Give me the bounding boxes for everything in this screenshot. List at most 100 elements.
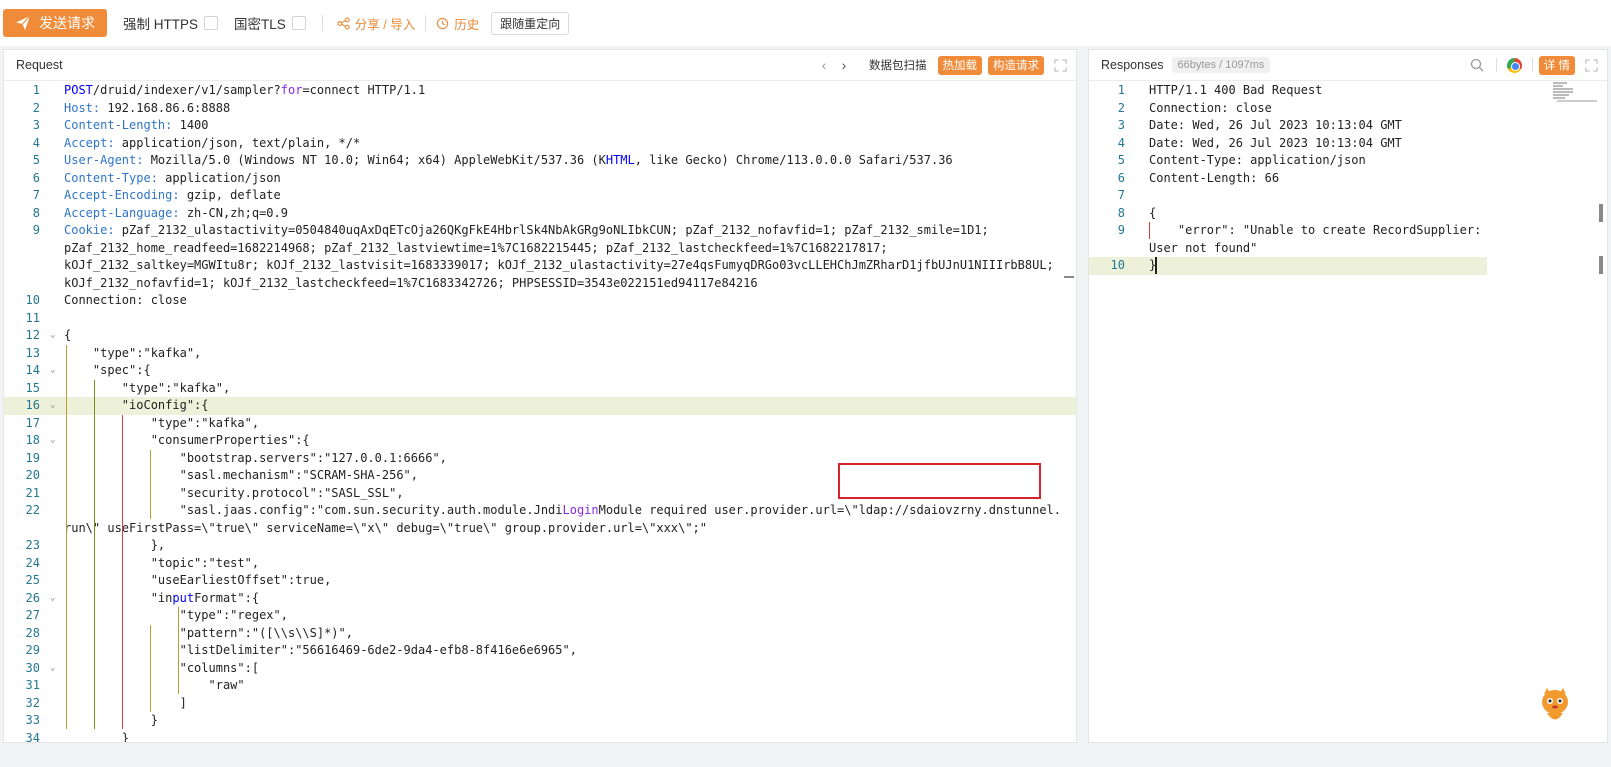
code-token: pZaf_2132_home_readfeed=1682214968; pZaf… [64,240,888,255]
code-line: 9 Cookie: pZaf_2132_ulastactivity=0504840… [4,222,1076,240]
code-line: 34 } [4,730,1076,743]
request-editor[interactable]: 1 POST/druid/indexer/v1/sampler?for=conne… [4,82,1076,742]
scrollbar-marker[interactable] [1599,256,1603,274]
mascot-icon [1542,688,1568,720]
code-text: Content-Length: 1400 [64,117,209,135]
indent-guide [150,450,151,519]
code-text: Date: Wed, 26 Jul 2023 10:13:04 GMT [1149,117,1402,135]
code-token: "type":"kafka", [64,345,202,360]
share-import-button[interactable]: 分享 / 导入 [337,14,415,33]
line-number: 20 [25,468,40,482]
line-number: 9 [1117,223,1125,237]
header-divider [1495,58,1497,72]
line-number: 18 [25,433,40,447]
response-editor[interactable]: 1 HTTP/1.1 400 Bad Request 2 Connection: cl… [1089,82,1607,742]
code-line: 4 Date: Wed, 26 Jul 2023 10:13:04 GMT [1089,135,1607,153]
fold-chevron-icon[interactable]: ⌄ [50,362,55,380]
code-token: "sasl.mechanism":"SCRAM-SHA-256", [64,468,419,482]
code-token: } [64,713,158,727]
packet-scan-button[interactable]: 数据包扫描 [864,56,932,75]
code-line: 27 "type":"regex", [4,607,1076,625]
clock-icon [437,17,449,29]
code-token-hk: Accept-Encoding: [64,188,180,202]
code-line: 28 "pattern":"([\\s\\S]*)", [4,625,1076,643]
code-text: Host: 192.168.86.6:8888 [64,100,230,118]
code-token-kwp: for [280,83,303,97]
code-token: 192.168.86.6:8888 [100,100,231,115]
indent-guide [178,607,179,694]
fold-chevron-icon[interactable]: ⌄ [50,432,55,450]
code-line: 2 Host: 192.168.86.6:8888 [4,100,1076,118]
build-request-button[interactable]: 构造请求 [988,55,1044,75]
follow-redirect-button[interactable]: 跟随重定向 [491,11,570,35]
code-text: } [64,730,129,743]
code-token: { [1149,205,1157,220]
code-text: run\" useFirstPass=\"true\" serviceName=… [64,520,707,538]
header-divider [1531,58,1533,72]
code-line: 6 Content-Length: 66 [1089,170,1607,188]
scrollbar-marker[interactable] [1064,276,1074,278]
fullscreen-icon[interactable] [1583,57,1599,73]
code-line: 10} [1089,257,1487,275]
response-title: Responses [1101,58,1164,72]
code-token-hk: Content-Type: [64,170,158,185]
line-number: 8 [32,205,40,220]
send-request-button[interactable]: 发送请求 [3,9,107,37]
detail-button[interactable]: 详 情 [1538,55,1575,75]
line-number: 34 [25,730,40,743]
code-text: HTTP/1.1 400 Bad Request [1149,82,1322,100]
guomi-tls-checkbox[interactable] [291,16,306,30]
fold-chevron-icon[interactable]: ⌄ [50,660,55,678]
line-number: 15 [25,380,40,395]
line-number: 25 [25,573,40,587]
code-token-hk: Cookie: [64,223,115,237]
code-line: 14 ⌄ "spec":{ [4,362,1076,380]
code-line: 16 ⌄ "ioConfig":{ [4,397,1076,415]
code-token: Date: Wed, 26 Jul 2023 10:13:04 GMT [1149,135,1402,150]
search-icon[interactable] [1468,56,1486,74]
line-number: 19 [25,450,40,465]
send-icon [16,15,31,30]
code-line: 5 User-Agent: Mozilla/5.0 (Windows NT 10.… [4,152,1076,170]
force-https-toggle[interactable]: 强制 HTTPS [123,13,219,33]
line-number: 1 [1117,83,1125,97]
indent-guide [1149,222,1150,239]
code-token: HTTP/1.1 400 Bad Request [1149,83,1323,97]
history-button[interactable]: 历史 [436,14,479,33]
code-line: 24 "topic":"test", [4,555,1076,573]
chevron-left-icon[interactable]: ‹ [814,55,834,75]
guomi-tls-toggle[interactable]: 国密TLS [234,13,306,33]
code-token: Content-Length: 66 [1149,170,1280,185]
fold-chevron-icon[interactable]: ⌄ [50,590,55,608]
line-number: 14 [25,363,40,377]
code-line: 31 "raw" [4,677,1076,695]
code-text: Content-Length: 66 [1149,170,1279,188]
fold-chevron-icon[interactable]: ⌄ [50,327,55,345]
request-title: Request [16,58,63,72]
code-token: "security.protocol":"SASL_SSL", [64,485,404,500]
scrollbar-marker[interactable] [1599,204,1603,222]
fold-chevron-icon[interactable]: ⌄ [50,397,55,415]
hot-load-button[interactable]: 热加载 [937,55,982,75]
code-line: 6 Content-Type: application/json [4,170,1076,188]
force-https-checkbox[interactable] [204,16,219,30]
code-token: "in [64,590,173,605]
code-token: , like Gecko) Chrome/113.0.0.0 Safari/53… [634,153,953,167]
code-line: 2 Connection: close [1089,100,1607,118]
line-number: 11 [25,310,40,325]
toolbar-divider [321,15,323,31]
line-number: 9 [32,223,40,237]
code-token: Mozilla/5.0 (Windows NT 10.0; Win64; x64… [143,153,606,167]
line-number: 27 [25,608,40,622]
code-text: User not found" [1149,240,1257,258]
code-token: pZaf_2132_ulastactivity=0504840uqAxDqETc… [114,223,989,237]
chrome-icon[interactable] [1506,57,1522,73]
line-number: 10 [25,293,40,307]
code-token-kw: HTML [605,153,635,167]
code-text: Accept-Language: zh-CN,zh;q=0.9 [64,205,288,223]
line-number: 17 [25,415,40,430]
code-text: pZaf_2132_home_readfeed=1682214968; pZaf… [64,240,888,258]
line-number: 10 [1110,258,1125,272]
chevron-right-icon[interactable]: › [834,55,854,75]
fullscreen-icon[interactable] [1052,57,1068,73]
